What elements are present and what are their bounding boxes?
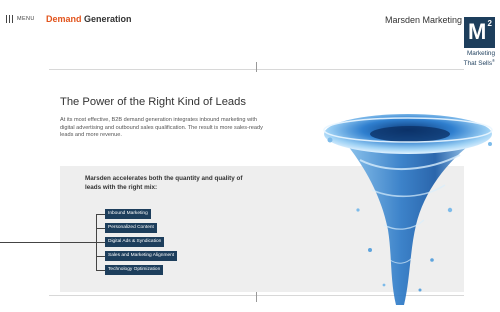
water-splash-illustration <box>323 114 493 305</box>
mix-item-sales-marketing-alignment[interactable]: Sales and Marketing Alignment <box>95 251 178 261</box>
bottom-divider-tick <box>256 292 257 302</box>
menu-icon <box>6 15 13 23</box>
mix-item-personalized-content[interactable]: Personalized Content <box>96 223 157 233</box>
logo-superscript: 2 <box>487 19 492 28</box>
logo[interactable]: M 2 <box>464 17 495 48</box>
mix-item-inbound-marketing[interactable]: Inbound Marketing <box>96 209 151 219</box>
tagline-line-1: Marketing <box>466 50 495 57</box>
menu-button[interactable]: MENU <box>6 15 35 23</box>
hero-intro: At its most effective, B2B demand genera… <box>60 117 263 139</box>
page-title: Demand Generation <box>46 14 132 24</box>
mix-lead-line <box>0 242 96 243</box>
logo-letter: M <box>468 19 487 44</box>
tagline-line-2: That Sells® <box>464 57 495 67</box>
top-divider-tick <box>256 62 257 72</box>
company-name[interactable]: Marsden Marketing <box>385 15 462 25</box>
mix-item-label: Sales and Marketing Alignment <box>105 251 178 261</box>
mix-heading: Marsden accelerates both the quantity an… <box>85 175 243 191</box>
mix-item-label: Inbound Marketing <box>105 209 151 219</box>
mix-item-label: Personalized Content <box>105 223 157 233</box>
tagline: Marketing That Sells® <box>464 50 495 67</box>
mix-item-label: Technology Optimization <box>105 265 164 275</box>
mix-item-digital-ads[interactable]: Digital Ads & Syndication <box>95 237 165 247</box>
mix-item-technology-optimization[interactable]: Technology Optimization <box>95 265 164 275</box>
page-title-rest: Generation <box>81 14 132 24</box>
page-title-accent: Demand <box>46 14 82 24</box>
menu-label: MENU <box>17 16 35 22</box>
hero-headline: The Power of the Right Kind of Leads <box>60 96 246 108</box>
mix-item-label: Digital Ads & Syndication <box>105 237 165 247</box>
tagline-line-2-text: That Sells <box>463 60 493 68</box>
registered-mark: ® <box>492 58 495 63</box>
